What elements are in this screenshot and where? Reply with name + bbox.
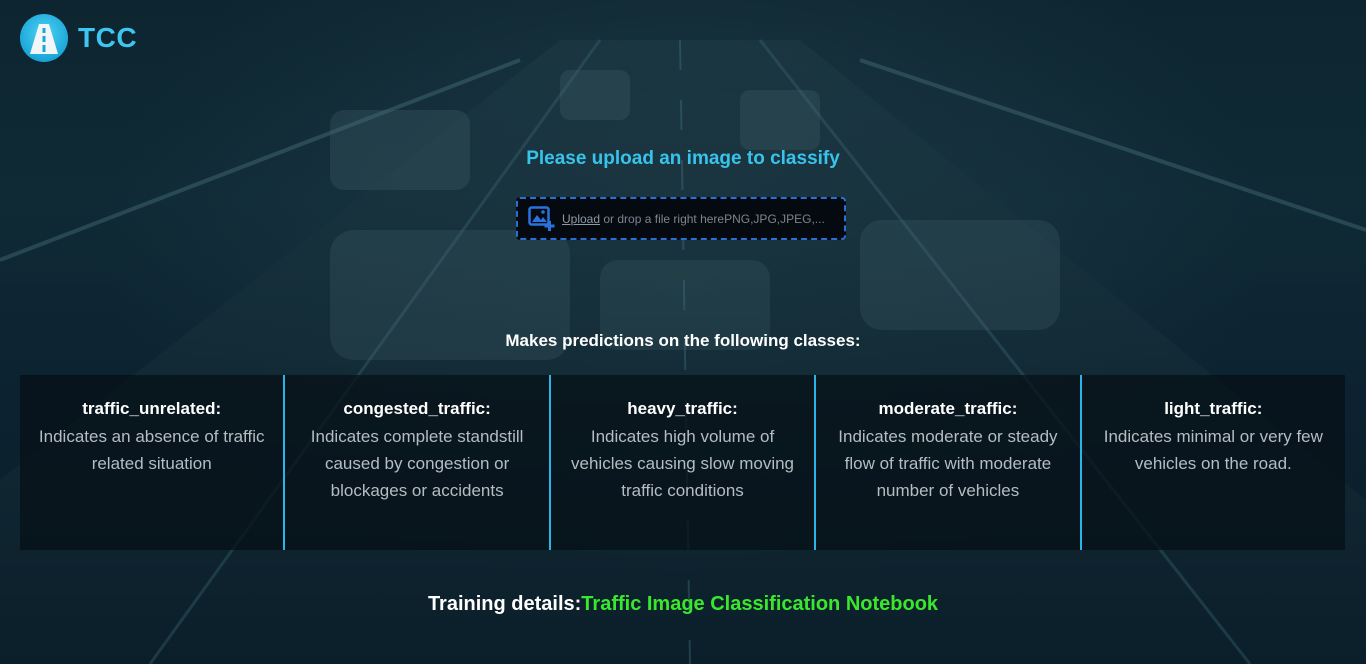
class-cards: traffic_unrelated: Indicates an absence …: [20, 375, 1345, 550]
class-description: Indicates complete standstill caused by …: [310, 427, 524, 500]
dropzone-hint: or drop a file right herePNG,JPG,JPEG,..…: [600, 211, 825, 226]
class-description: Indicates high volume of vehicles causin…: [571, 427, 795, 500]
class-card-heavy-traffic: heavy_traffic: Indicates high volume of …: [551, 375, 817, 550]
dropzone-text: Upload or drop a file right herePNG,JPG,…: [562, 212, 825, 226]
add-image-icon: [528, 205, 556, 232]
training-label: Training details:: [427, 593, 582, 615]
classes-title: Makes predictions on the following class…: [505, 331, 861, 350]
class-card-congested-traffic: congested_traffic: Indicates complete st…: [285, 375, 551, 550]
training-details: Training details:Traffic Image Classific…: [0, 593, 1366, 616]
brand-name[interactable]: TCC: [78, 22, 137, 54]
upload-title: Please upload an image to classify: [526, 148, 840, 169]
upload-link[interactable]: Upload: [562, 212, 600, 226]
class-description: Indicates minimal or very few vehicles o…: [1103, 427, 1323, 473]
class-name: traffic_unrelated:: [82, 399, 222, 418]
class-card-traffic-unrelated: traffic_unrelated: Indicates an absence …: [20, 375, 286, 550]
class-name: moderate_traffic:: [878, 399, 1018, 418]
class-description: Indicates moderate or steady flow of tra…: [838, 427, 1058, 500]
class-name: congested_traffic:: [343, 399, 491, 418]
header: TCC: [20, 14, 137, 62]
road-icon[interactable]: [20, 14, 68, 62]
class-description: Indicates an absence of traffic related …: [38, 427, 265, 473]
class-card-moderate-traffic: moderate_traffic: Indicates moderate or …: [816, 375, 1082, 550]
file-dropzone[interactable]: Upload or drop a file right herePNG,JPG,…: [516, 197, 846, 240]
class-name: light_traffic:: [1164, 399, 1263, 418]
class-card-light-traffic: light_traffic: Indicates minimal or very…: [1082, 375, 1345, 550]
notebook-link[interactable]: Traffic Image Classification Notebook: [581, 593, 938, 615]
class-name: heavy_traffic:: [627, 399, 738, 418]
